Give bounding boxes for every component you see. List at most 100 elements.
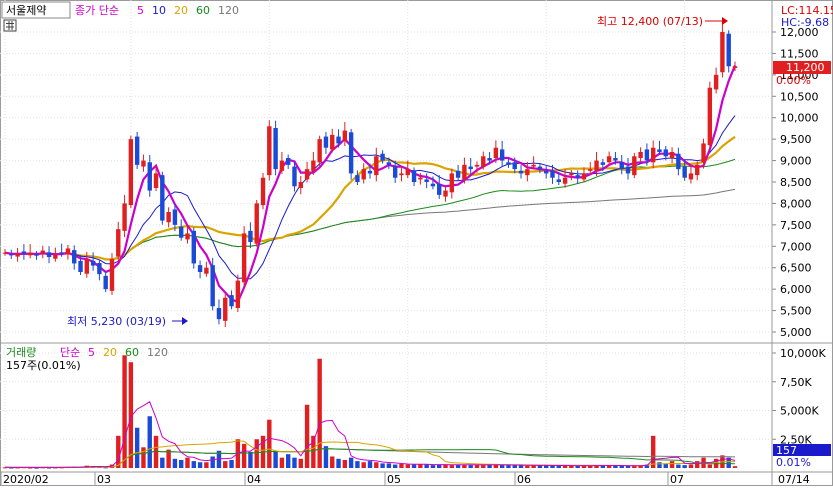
x-tick-label: 04 xyxy=(247,473,261,486)
candle-body xyxy=(336,136,341,144)
candle-body xyxy=(499,149,505,161)
price-tick-label: 9,000 xyxy=(780,155,812,168)
volume-bar xyxy=(386,463,392,468)
candle-body xyxy=(713,74,719,90)
volume-bar xyxy=(525,465,530,468)
volume-bar xyxy=(613,465,618,468)
candle-body xyxy=(437,183,442,195)
candle-body xyxy=(374,156,379,176)
candle-body xyxy=(462,164,467,180)
candle-body xyxy=(229,295,234,307)
candle-body xyxy=(185,233,190,240)
candle-body xyxy=(348,132,354,174)
volume-bar xyxy=(682,465,687,468)
volume-bar xyxy=(285,454,291,468)
price-tick-label: 7,500 xyxy=(780,219,812,232)
current-price: 11,200 xyxy=(786,61,825,74)
candle-body xyxy=(650,147,656,163)
volume-bar xyxy=(650,435,656,468)
x-tick-label: 07 xyxy=(670,473,684,486)
volume-bar xyxy=(241,443,247,468)
candle-body xyxy=(569,173,574,176)
candle-body xyxy=(40,250,45,254)
candle-body xyxy=(254,203,259,244)
candle-body xyxy=(46,252,52,257)
volume-bar xyxy=(317,358,322,468)
volume-bar xyxy=(449,465,455,468)
candle-body xyxy=(575,175,580,178)
candle-body xyxy=(525,169,530,176)
volume-bar xyxy=(267,419,272,468)
price-tick-label: 5,000 xyxy=(780,326,812,339)
volume-bar xyxy=(160,457,165,468)
candle-body xyxy=(191,230,196,264)
volume-ma-label: 단순 xyxy=(60,346,80,359)
volume-bar xyxy=(732,466,738,468)
candle-body xyxy=(355,175,360,182)
volume-bar xyxy=(248,451,253,468)
volume-bar xyxy=(342,459,348,468)
volume-bar xyxy=(669,461,675,468)
candle-body xyxy=(241,233,247,283)
volume-bar xyxy=(625,465,631,468)
candle-body xyxy=(153,173,159,188)
candle-body xyxy=(109,259,115,291)
ma-legend-item: 5 xyxy=(137,4,144,17)
volume-bar xyxy=(405,464,410,468)
volume-bar xyxy=(367,461,373,468)
candle-body xyxy=(204,267,209,274)
candle-body xyxy=(688,173,694,180)
candle-body xyxy=(2,252,8,254)
candle-body xyxy=(449,173,455,193)
candle-body xyxy=(481,156,486,167)
candle-body xyxy=(147,162,152,191)
candle-body xyxy=(424,179,429,182)
volume-bar xyxy=(336,458,341,468)
candle-body xyxy=(103,275,108,290)
volume-tick-label: 10,000K xyxy=(780,347,826,360)
candle-body xyxy=(235,280,241,308)
candle-body xyxy=(430,183,436,187)
volume-ma-legend-item: 5 xyxy=(88,346,95,359)
candle-body xyxy=(669,152,675,158)
volume-bar xyxy=(134,427,140,468)
candle-body xyxy=(600,162,606,165)
candle-body xyxy=(506,162,511,165)
candle-body xyxy=(588,169,593,171)
price-tick-label: 10,000 xyxy=(780,112,819,125)
candle-body xyxy=(468,166,473,170)
stock-name[interactable]: 서울제약 xyxy=(6,3,46,17)
candle-body xyxy=(210,265,215,307)
volume-bar xyxy=(392,464,398,468)
volume-bar xyxy=(468,465,473,468)
volume-bar xyxy=(204,462,209,468)
candle-body xyxy=(97,263,102,275)
volume-bar xyxy=(707,464,713,468)
volume-bar xyxy=(330,456,335,468)
volume-bar xyxy=(298,458,303,468)
candle-body xyxy=(260,177,266,206)
volume-bar xyxy=(374,462,379,468)
volume-bar xyxy=(185,457,190,468)
candle-body xyxy=(34,254,39,256)
volume-bar xyxy=(531,465,536,468)
volume-info: 157주(0.01%) xyxy=(6,359,81,372)
candle-body xyxy=(367,170,373,174)
volume-bar xyxy=(399,463,404,468)
candle-body xyxy=(27,252,33,256)
volume-bar xyxy=(462,464,467,468)
candle-body xyxy=(197,265,203,272)
volume-bar xyxy=(657,462,662,468)
volume-bar xyxy=(474,465,480,468)
candle-body xyxy=(613,158,618,161)
volume-bar xyxy=(197,462,203,468)
price-tick-label: 6,000 xyxy=(780,283,812,296)
volume-bar xyxy=(348,457,354,468)
candle-body xyxy=(644,149,650,161)
candle-body xyxy=(84,259,90,274)
volume-bar xyxy=(512,465,517,468)
candle-body xyxy=(544,170,549,174)
candle-body xyxy=(172,209,178,225)
volume-ma-legend-item: 120 xyxy=(147,346,168,359)
grid-toggle-icon[interactable] xyxy=(3,19,17,32)
